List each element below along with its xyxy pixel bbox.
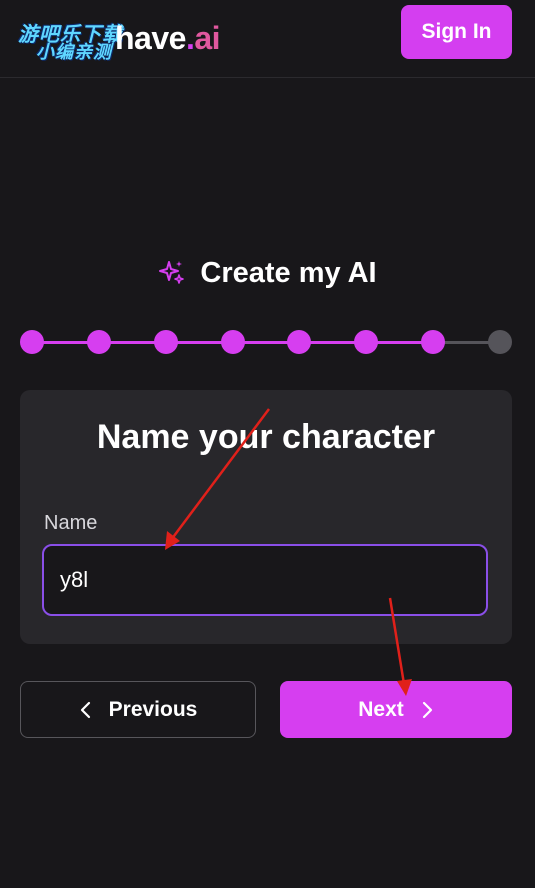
card-heading: Name your character — [96, 418, 436, 456]
top-header: 游吧乐下载 小编亲测 have.ai Sign In — [0, 0, 535, 78]
brand-name: have.ai — [115, 20, 221, 57]
page-title-row: Create my AI — [0, 252, 535, 294]
step-dot — [86, 330, 111, 354]
step-dot — [20, 330, 44, 354]
brand-prefix: have — [115, 20, 186, 56]
watermark-text-line2: 小编亲测 — [36, 42, 112, 63]
step-dot — [153, 330, 178, 354]
next-button[interactable]: Next — [280, 681, 512, 738]
step-dot — [488, 330, 512, 354]
previous-button[interactable]: Previous — [20, 681, 256, 738]
name-label: Name — [44, 512, 98, 534]
chevron-left-icon — [80, 701, 90, 718]
next-label: Next — [358, 697, 404, 721]
step-dot — [220, 330, 245, 354]
step-dot — [354, 330, 379, 354]
sign-in-button[interactable]: Sign In — [401, 5, 512, 59]
chevron-right-icon — [422, 701, 432, 718]
sparkles-icon — [159, 261, 185, 284]
page-title: Create my AI — [200, 256, 377, 289]
name-card: Name your character Name — [20, 390, 512, 644]
previous-label: Previous — [108, 697, 198, 721]
name-input[interactable] — [44, 546, 486, 614]
logo[interactable]: 游吧乐下载 小编亲测 have.ai — [10, 8, 260, 68]
name-field-wrapper — [42, 544, 488, 616]
step-dot — [287, 330, 312, 354]
brand-suffix: ai — [194, 20, 221, 56]
step-dot — [421, 330, 446, 354]
